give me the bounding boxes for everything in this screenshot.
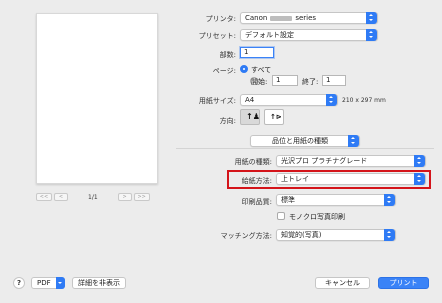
prev-page-button[interactable]: < (54, 193, 68, 201)
print-quality-label: 印刷品質: (241, 198, 272, 206)
paper-source-value: 上トレイ (281, 175, 309, 183)
grayscale-label: モノクロ写真印刷 (289, 213, 345, 221)
printer-popup[interactable]: Canon series (240, 12, 378, 24)
paper-dimensions: 210 x 297 mm (342, 97, 386, 104)
pages-from-label: 開始: (251, 78, 268, 86)
section-popup-value: 品位と用紙の種類 (272, 137, 328, 145)
grayscale-checkbox[interactable] (277, 212, 285, 220)
popup-arrows-icon (366, 12, 377, 24)
pdf-menu-button[interactable]: PDF (31, 277, 65, 289)
pdf-label: PDF (37, 279, 51, 287)
paper-source-popup[interactable]: 上トレイ (276, 173, 426, 185)
media-type-popup[interactable]: 光沢プロ プラチナグレード (276, 155, 426, 167)
print-quality-popup[interactable]: 標準 (276, 194, 396, 206)
page-count: 1/1 (88, 193, 98, 201)
chevron-down-icon (56, 277, 65, 289)
first-page-button[interactable]: << (36, 193, 52, 201)
print-button[interactable]: プリント (378, 277, 429, 289)
paper-source-label: 給紙方法: (241, 177, 272, 185)
pages-all-radio[interactable] (240, 65, 248, 73)
paper-size-label: 用紙サイズ: (198, 97, 236, 105)
section-popup[interactable]: 品位と用紙の種類 (250, 135, 360, 147)
paper-size-popup[interactable]: A4 (240, 94, 338, 106)
popup-arrows-icon (366, 29, 377, 41)
popup-arrows-icon (414, 173, 425, 185)
last-page-button[interactable]: >> (133, 193, 150, 201)
portrait-orientation-button[interactable]: ↑♟ (240, 109, 260, 125)
landscape-person-icon: ↑⊳ (270, 113, 282, 121)
color-matching-popup[interactable]: 知覚的(写真) (276, 229, 396, 241)
pages-all-label: すべて (251, 66, 272, 74)
presets-popup[interactable]: デフォルト設定 (240, 29, 378, 41)
popup-arrows-icon (384, 194, 395, 206)
popup-arrows-icon (348, 135, 359, 147)
popup-arrows-icon (414, 155, 425, 167)
color-matching-value: 知覚的(写真) (281, 231, 322, 239)
pages-to-label: 終了: (302, 78, 319, 86)
printer-name-prefix: Canon (245, 14, 268, 22)
page-preview (36, 13, 158, 184)
popup-arrows-icon (384, 229, 395, 241)
print-quality-value: 標準 (281, 196, 295, 204)
popup-arrows-icon (326, 94, 337, 106)
cancel-button[interactable]: キャンセル (315, 277, 370, 289)
pages-label: ページ: (212, 67, 236, 75)
color-matching-label: マッチング方法: (220, 232, 272, 240)
pages-to-input[interactable]: 1 (322, 75, 346, 86)
media-type-label: 用紙の種類: (234, 158, 272, 166)
pages-from-input[interactable]: 1 (272, 75, 298, 86)
paper-size-value: A4 (245, 96, 255, 104)
preview-pager: << < 1/1 > >> (36, 192, 162, 202)
orientation-label: 方向: (219, 117, 236, 125)
copies-input[interactable]: 1 (240, 47, 274, 58)
hide-details-button[interactable]: 詳細を非表示 (72, 277, 126, 289)
help-button[interactable]: ? (13, 277, 25, 289)
copies-label: 部数: (219, 51, 236, 59)
portrait-person-icon: ↑♟ (246, 112, 260, 121)
printer-name-suffix: series (295, 14, 317, 22)
redacted-model (270, 15, 293, 21)
printer-label: プリンタ: (205, 15, 236, 23)
next-page-button[interactable]: > (117, 193, 132, 201)
presets-value: デフォルト設定 (245, 31, 294, 39)
media-type-value: 光沢プロ プラチナグレード (281, 157, 368, 165)
landscape-orientation-button[interactable]: ↑⊳ (264, 109, 284, 125)
presets-label: プリセット: (198, 32, 236, 40)
section-divider (176, 148, 434, 149)
